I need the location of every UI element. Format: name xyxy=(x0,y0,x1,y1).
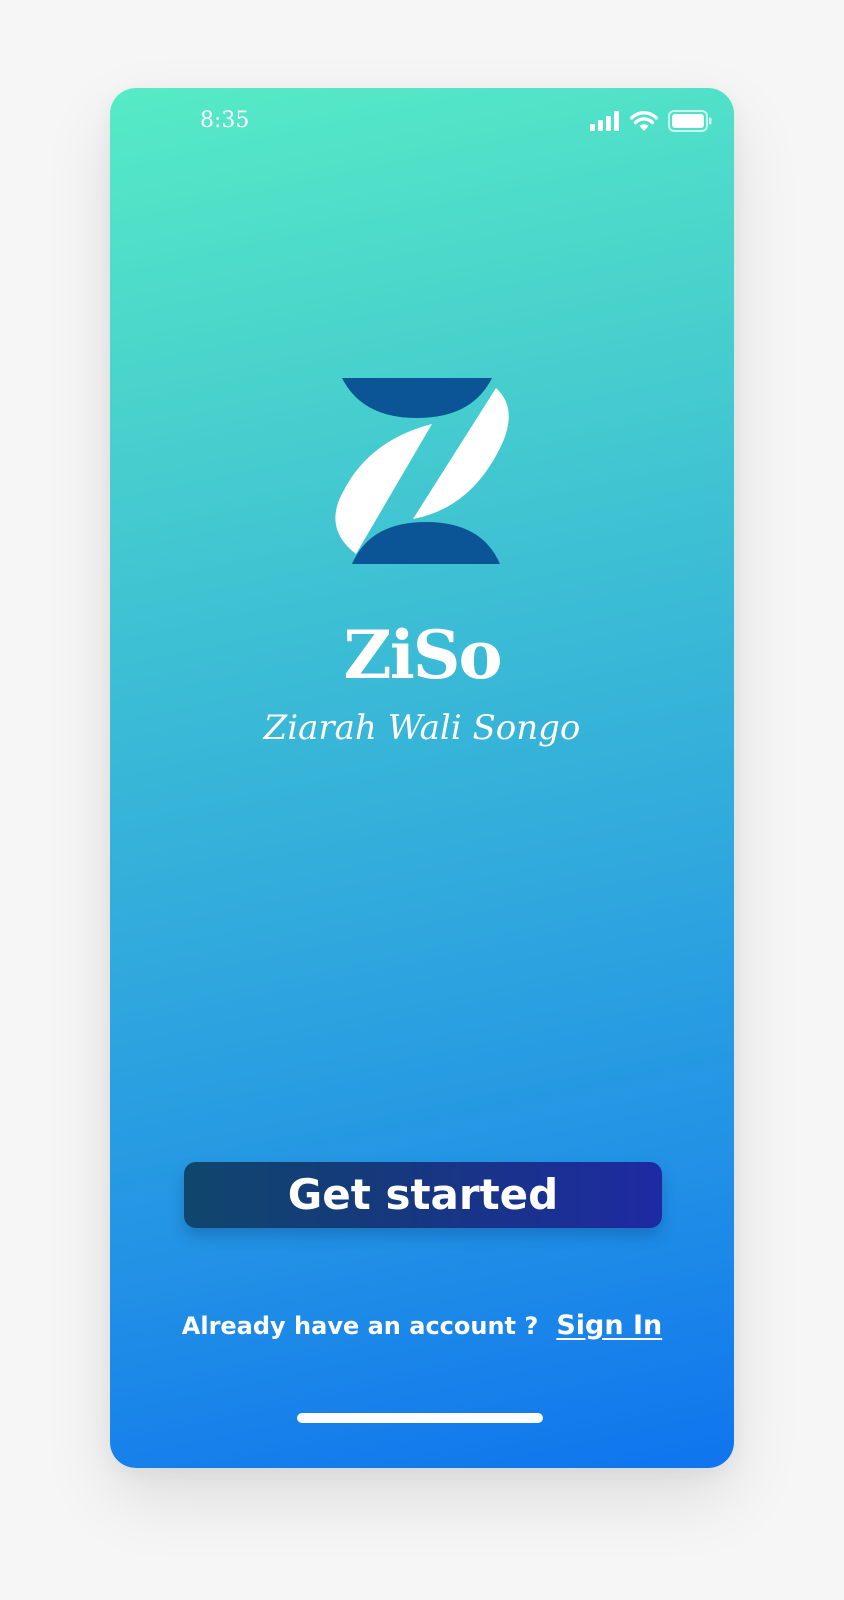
status-time: 8:35 xyxy=(200,108,250,133)
app-tagline: Ziarah Wali Songo xyxy=(263,708,581,748)
home-indicator[interactable] xyxy=(297,1413,543,1423)
wifi-icon xyxy=(630,110,658,132)
app-name: ZiSo xyxy=(343,616,503,694)
ziso-logo-icon xyxy=(332,378,512,564)
cellular-signal-icon xyxy=(590,111,620,131)
signin-row: Already have an account ? Sign In xyxy=(110,1310,734,1341)
battery-icon xyxy=(668,110,712,132)
sign-in-link[interactable]: Sign In xyxy=(556,1310,662,1341)
status-bar: 8:35 xyxy=(110,88,734,158)
phone-screen: 8:35 ZiSo Ziarah Wali Songo Get started … xyxy=(110,88,734,1468)
signin-prompt: Already have an account ? xyxy=(181,1312,539,1340)
status-icons xyxy=(590,110,712,132)
get-started-button[interactable]: Get started xyxy=(184,1162,662,1228)
